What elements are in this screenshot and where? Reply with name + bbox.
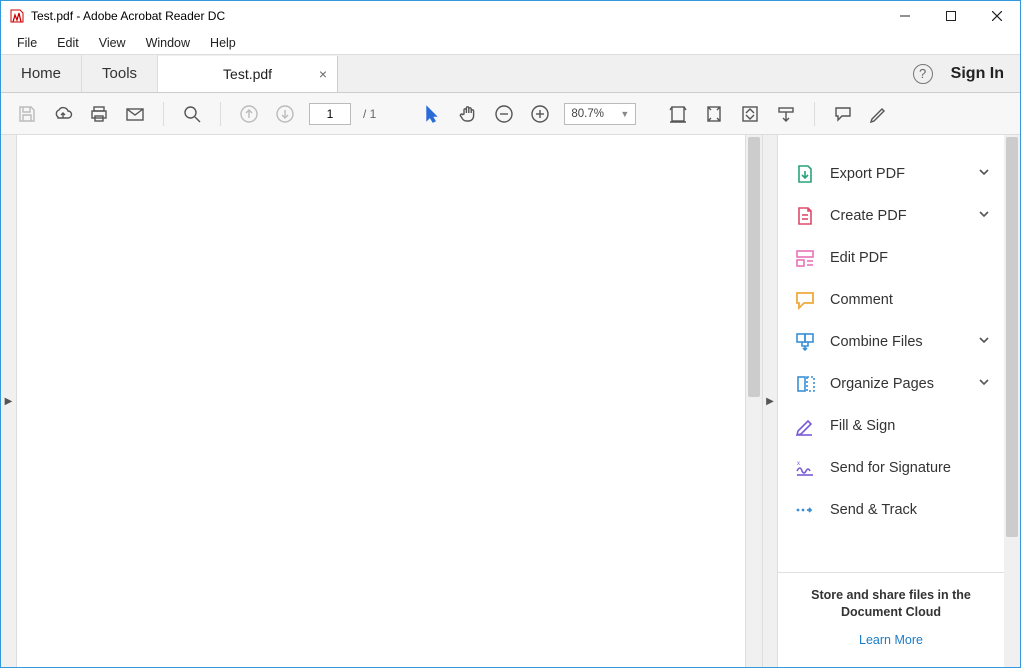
tool-comment[interactable]: Comment bbox=[778, 279, 1004, 321]
next-page-icon[interactable] bbox=[273, 102, 297, 126]
zoom-value: 80.7% bbox=[571, 108, 604, 120]
menu-help[interactable]: Help bbox=[200, 33, 246, 53]
edit-icon bbox=[794, 247, 816, 269]
tool-edit[interactable]: Edit PDF bbox=[778, 237, 1004, 279]
close-button[interactable] bbox=[974, 1, 1020, 31]
select-tool-icon[interactable] bbox=[420, 102, 444, 126]
menu-view[interactable]: View bbox=[89, 33, 136, 53]
tool-sendtrack[interactable]: Send & Track bbox=[778, 489, 1004, 531]
combine-icon bbox=[794, 331, 816, 353]
tool-label: Export PDF bbox=[830, 166, 964, 182]
tab-document-label: Test.pdf bbox=[223, 66, 272, 82]
tab-close-icon[interactable]: × bbox=[319, 66, 327, 82]
minimize-button[interactable] bbox=[882, 1, 928, 31]
tab-tools[interactable]: Tools bbox=[82, 55, 158, 92]
menu-edit[interactable]: Edit bbox=[47, 33, 89, 53]
save-icon[interactable] bbox=[15, 102, 39, 126]
tools-panel-scrollbar[interactable] bbox=[1004, 135, 1020, 667]
tool-label: Send & Track bbox=[830, 502, 990, 518]
tool-label: Combine Files bbox=[830, 334, 964, 350]
svg-text:x: x bbox=[797, 461, 800, 467]
fullscreen-icon[interactable] bbox=[738, 102, 762, 126]
chevron-down-icon bbox=[978, 376, 990, 392]
document-scrollbar[interactable] bbox=[746, 135, 762, 667]
tool-label: Organize Pages bbox=[830, 376, 964, 392]
tab-document[interactable]: Test.pdf × bbox=[158, 56, 338, 92]
app-icon bbox=[9, 8, 25, 24]
export-icon bbox=[794, 163, 816, 185]
zoom-select[interactable]: 80.7% ▼ bbox=[564, 103, 636, 125]
zoom-in-icon[interactable] bbox=[528, 102, 552, 126]
comment-icon[interactable] bbox=[831, 102, 855, 126]
tool-label: Fill & Sign bbox=[830, 418, 990, 434]
toolbar: / 1 80.7% ▼ bbox=[1, 93, 1020, 135]
sendtrack-icon bbox=[794, 499, 816, 521]
right-panel-toggle[interactable]: ▶ bbox=[762, 135, 778, 667]
sendsig-icon: x bbox=[794, 457, 816, 479]
organize-icon bbox=[794, 373, 816, 395]
tools-panel: Export PDF Create PDF Edit PDF Comment Combi… bbox=[778, 135, 1004, 667]
create-icon bbox=[794, 205, 816, 227]
left-panel-toggle[interactable]: ▶ bbox=[1, 135, 17, 667]
separator bbox=[163, 102, 164, 126]
zoom-out-icon[interactable] bbox=[492, 102, 516, 126]
menu-file[interactable]: File bbox=[7, 33, 47, 53]
tool-label: Edit PDF bbox=[830, 250, 990, 266]
caret-down-icon: ▼ bbox=[620, 109, 629, 119]
document-view[interactable] bbox=[17, 135, 746, 667]
cloud-promo-text: Store and share files in the Document Cl… bbox=[794, 587, 988, 621]
tool-export[interactable]: Export PDF bbox=[778, 153, 1004, 195]
menu-window[interactable]: Window bbox=[136, 33, 200, 53]
sign-icon[interactable] bbox=[867, 102, 891, 126]
separator bbox=[814, 102, 815, 126]
tab-home[interactable]: Home bbox=[1, 55, 82, 92]
maximize-button[interactable] bbox=[928, 1, 974, 31]
chevron-down-icon bbox=[978, 166, 990, 182]
chevron-down-icon bbox=[978, 334, 990, 350]
scrollbar-thumb[interactable] bbox=[1006, 137, 1018, 537]
tool-fillsign[interactable]: Fill & Sign bbox=[778, 405, 1004, 447]
tool-create[interactable]: Create PDF bbox=[778, 195, 1004, 237]
learn-more-link[interactable]: Learn More bbox=[859, 633, 923, 647]
tool-label: Create PDF bbox=[830, 208, 964, 224]
menu-bar: File Edit View Window Help bbox=[1, 31, 1020, 55]
help-icon[interactable]: ? bbox=[913, 64, 933, 84]
tool-combine[interactable]: Combine Files bbox=[778, 321, 1004, 363]
comment-icon bbox=[794, 289, 816, 311]
fit-page-icon[interactable] bbox=[702, 102, 726, 126]
scrollbar-thumb[interactable] bbox=[748, 137, 760, 397]
tool-organize[interactable]: Organize Pages bbox=[778, 363, 1004, 405]
separator bbox=[220, 102, 221, 126]
prev-page-icon[interactable] bbox=[237, 102, 261, 126]
tool-label: Comment bbox=[830, 292, 990, 308]
hand-tool-icon[interactable] bbox=[456, 102, 480, 126]
tab-strip: Home Tools Test.pdf × ? Sign In bbox=[1, 55, 1020, 93]
email-icon[interactable] bbox=[123, 102, 147, 126]
cloud-upload-icon[interactable] bbox=[51, 102, 75, 126]
print-icon[interactable] bbox=[87, 102, 111, 126]
fit-width-icon[interactable] bbox=[666, 102, 690, 126]
tool-sendsig[interactable]: x Send for Signature bbox=[778, 447, 1004, 489]
search-icon[interactable] bbox=[180, 102, 204, 126]
window-title: Test.pdf - Adobe Acrobat Reader DC bbox=[31, 9, 882, 23]
sign-in-button[interactable]: Sign In bbox=[951, 65, 1004, 83]
read-mode-icon[interactable] bbox=[774, 102, 798, 126]
chevron-down-icon bbox=[978, 208, 990, 224]
tools-panel-footer: Store and share files in the Document Cl… bbox=[778, 572, 1004, 667]
page-number-input[interactable] bbox=[309, 103, 351, 125]
main-area: ▶ ▶ Export PDF Create PDF Edit PDF Comment C… bbox=[1, 135, 1020, 667]
fillsign-icon bbox=[794, 415, 816, 437]
tool-label: Send for Signature bbox=[830, 460, 990, 476]
title-bar: Test.pdf - Adobe Acrobat Reader DC bbox=[1, 1, 1020, 31]
page-total-label: / 1 bbox=[363, 107, 376, 121]
